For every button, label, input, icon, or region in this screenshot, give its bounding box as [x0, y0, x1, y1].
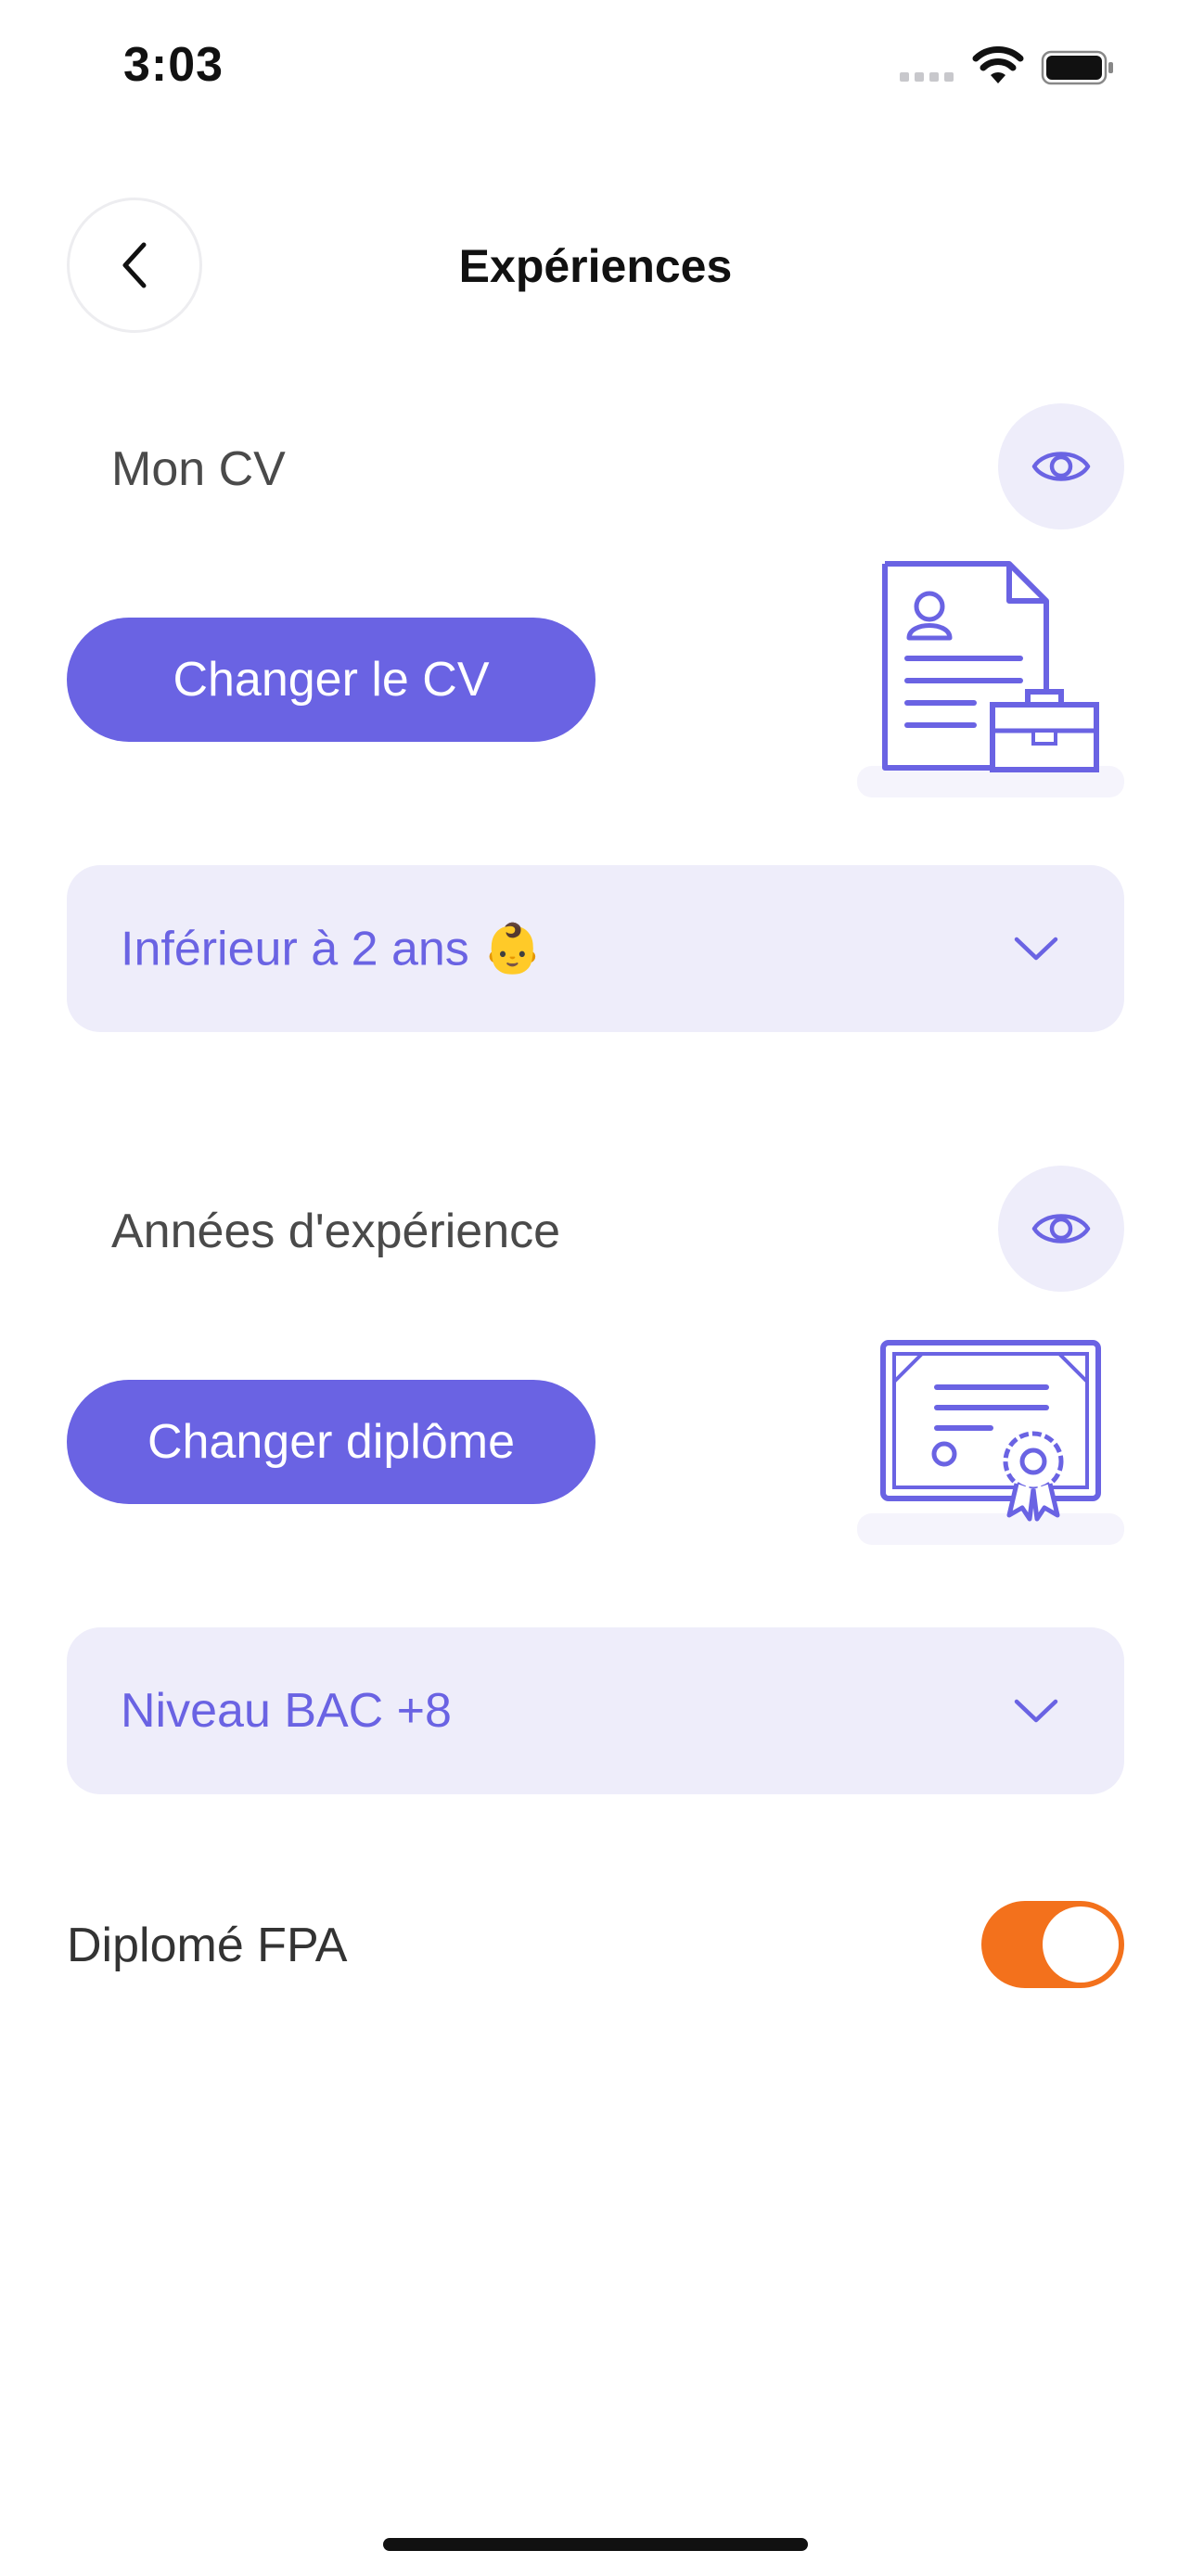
- fpa-toggle[interactable]: [981, 1901, 1124, 1988]
- certificate-icon: [879, 1339, 1102, 1524]
- education-level-dropdown[interactable]: Niveau BAC +8: [67, 1627, 1124, 1794]
- fpa-toggle-knob: [1043, 1906, 1119, 1983]
- view-diploma-button[interactable]: [998, 1166, 1124, 1292]
- wifi-icon: [972, 46, 1024, 85]
- resume-briefcase-icon: [881, 560, 1104, 773]
- change-diploma-button[interactable]: Changer diplôme: [67, 1380, 596, 1504]
- chevron-down-icon: [1014, 1699, 1058, 1723]
- battery-icon: [1041, 50, 1115, 85]
- cellular-signal-icon: [900, 72, 957, 82]
- page-title: Expériences: [458, 240, 733, 292]
- view-cv-button[interactable]: [998, 403, 1124, 529]
- fpa-label: Diplomé FPA: [67, 1919, 348, 1972]
- education-level-dropdown-value: Niveau BAC +8: [121, 1684, 452, 1738]
- experience-dropdown-value: Inférieur à 2 ans 👶: [121, 922, 543, 976]
- chevron-down-icon: [1014, 937, 1058, 961]
- diploma-section-label: Années d'expérience: [111, 1205, 561, 1258]
- change-cv-button[interactable]: Changer le CV: [67, 618, 596, 742]
- status-time: 3:03: [123, 38, 224, 92]
- eye-icon: [1031, 452, 1091, 481]
- eye-icon: [1031, 1214, 1091, 1243]
- cv-section-label: Mon CV: [111, 442, 286, 496]
- experience-dropdown[interactable]: Inférieur à 2 ans 👶: [67, 865, 1124, 1032]
- home-indicator[interactable]: [383, 2538, 808, 2551]
